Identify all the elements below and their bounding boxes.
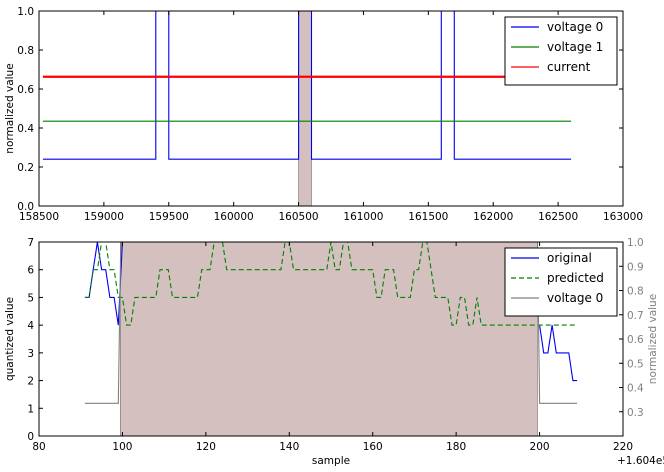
y-tick-label: 0.4 [17,123,34,135]
x-tick-label: 162500 [538,211,578,223]
x-tick-label: 220 [613,441,633,453]
y-tick-label: 0 [27,431,34,443]
y-tick-label: 7 [27,237,34,249]
top-chart: 158500 159000 159500 160000 160500 161000 1615… [4,6,643,223]
x-axis-offset-label: +1.604e5 [617,455,664,467]
y-tick-label: 5 [27,292,34,304]
x-tick-label: 180 [446,441,466,453]
x-tick-label: 120 [196,441,216,453]
y-tick-label: 6 [27,265,34,277]
x-tick-label: 80 [32,441,45,453]
x-tick-label: 161000 [343,211,383,223]
x-tick-label: 160000 [214,211,254,223]
y-right-tick-label: 0.4 [627,383,644,395]
x-tick-label: 159000 [84,211,124,223]
x-tick-label: 161500 [408,211,448,223]
y-tick-label: 0.0 [17,201,34,213]
x-axis-label: sample [312,455,350,467]
x-tick-label: 140 [279,441,299,453]
y-right-tick-label: 0.6 [627,334,644,346]
legend-label: predicted [547,271,604,285]
x-tick-label: 159500 [149,211,189,223]
y-tick-label: 1.0 [17,6,34,18]
highlight-region [298,10,312,207]
highlight-region [120,241,538,437]
figure: 158500 159000 159500 160000 160500 161000 1615… [4,6,664,467]
x-tick-label: 160500 [279,211,319,223]
y-right-tick-label: 0.5 [627,358,644,370]
legend-label: current [547,60,591,74]
bottom-chart: 80 100 120 140 160 180 200 220 0 1 2 3 4 5 6 7 0.3 0.4 0.5… [4,237,664,467]
y-axis-label: normalized value [4,63,16,153]
y-tick-label: 0.2 [17,162,34,174]
x-tick-label: 162000 [473,211,513,223]
y-axis-label-right: normalized value [647,294,659,384]
y-tick-label: 3 [27,348,34,360]
y-right-tick-label: 0.7 [627,310,644,322]
y-tick-label: 4 [27,320,34,332]
y-tick-label: 0.6 [17,84,34,96]
legend-label: voltage 0 [547,20,603,34]
x-tick-label: 160 [363,441,383,453]
y-right-tick-label: 0.3 [627,407,644,419]
y-axis-label: quantized value [4,297,16,381]
x-tick-label: 163000 [603,211,643,223]
legend-label: original [547,251,592,265]
y-tick-label: 2 [27,376,34,388]
y-tick-label: 1 [27,403,34,415]
x-tick-label: 100 [112,441,132,453]
y-tick-label: 0.8 [17,45,34,57]
y-right-tick-label: 1.0 [627,237,644,249]
legend-label: voltage 1 [547,40,603,54]
y-right-tick-label: 0.8 [627,286,644,298]
y-right-tick-label: 0.9 [627,261,644,273]
x-tick-label: 200 [530,441,550,453]
legend-label: voltage 0 [547,291,603,305]
